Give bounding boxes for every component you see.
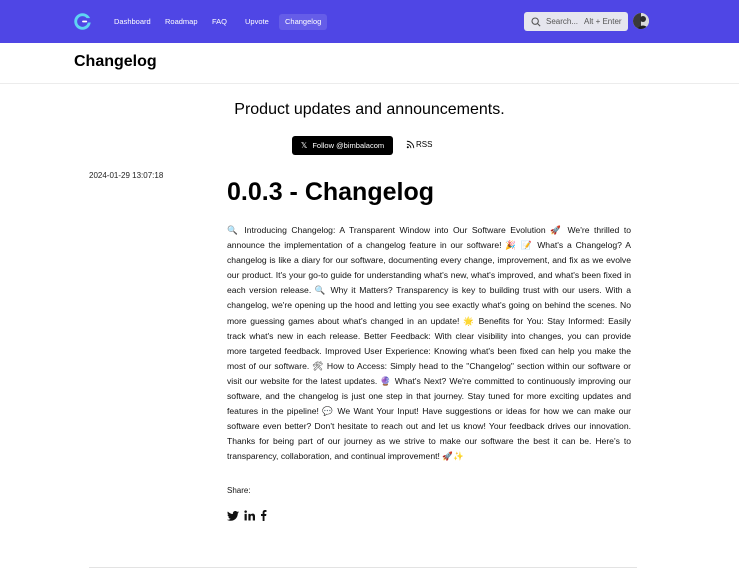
- twitter-icon[interactable]: [227, 510, 239, 521]
- x-logo-icon: 𝕏: [300, 141, 308, 150]
- search-icon: [531, 16, 541, 27]
- footer-divider: [89, 567, 637, 568]
- nav-link-faq[interactable]: FAQ: [206, 14, 233, 30]
- nav-link-upvote[interactable]: Upvote: [239, 14, 275, 30]
- rss-label: RSS: [416, 140, 433, 149]
- search-shortcut: Alt + Enter: [584, 17, 622, 26]
- search-button[interactable]: Search... Alt + Enter: [524, 12, 628, 31]
- facebook-icon[interactable]: [260, 510, 267, 521]
- rss-link[interactable]: RSS: [406, 140, 432, 149]
- user-avatar[interactable]: [633, 13, 649, 29]
- post-body: 🔍 Introducing Changelog: A Transparent W…: [227, 225, 631, 462]
- linkedin-icon[interactable]: [244, 510, 255, 521]
- header-divider: [0, 83, 739, 84]
- share-icons: [227, 510, 272, 521]
- follow-button-label: Follow @bimbalacom: [312, 141, 385, 150]
- post-date: 2024-01-29 13:07:18: [89, 171, 164, 180]
- nav-link-changelog[interactable]: Changelog: [279, 14, 328, 30]
- rss-icon: [406, 140, 415, 149]
- top-navbar: Dashboard Roadmap FAQ Upvote Changelog S…: [0, 0, 739, 43]
- share-label: Share:: [227, 486, 251, 495]
- follow-twitter-button[interactable]: 𝕏 Follow @bimbalacom: [292, 136, 393, 155]
- search-placeholder: Search...: [546, 17, 579, 26]
- post-title: 0.0.3 - Changelog: [227, 178, 434, 206]
- tagline-heading: Product updates and announcements.: [234, 101, 505, 118]
- logo-icon[interactable]: [74, 13, 91, 30]
- avatar-image: [633, 13, 649, 29]
- page-title: Changelog: [74, 53, 157, 70]
- nav-link-dashboard[interactable]: Dashboard: [108, 14, 157, 30]
- nav-link-roadmap[interactable]: Roadmap: [159, 14, 204, 30]
